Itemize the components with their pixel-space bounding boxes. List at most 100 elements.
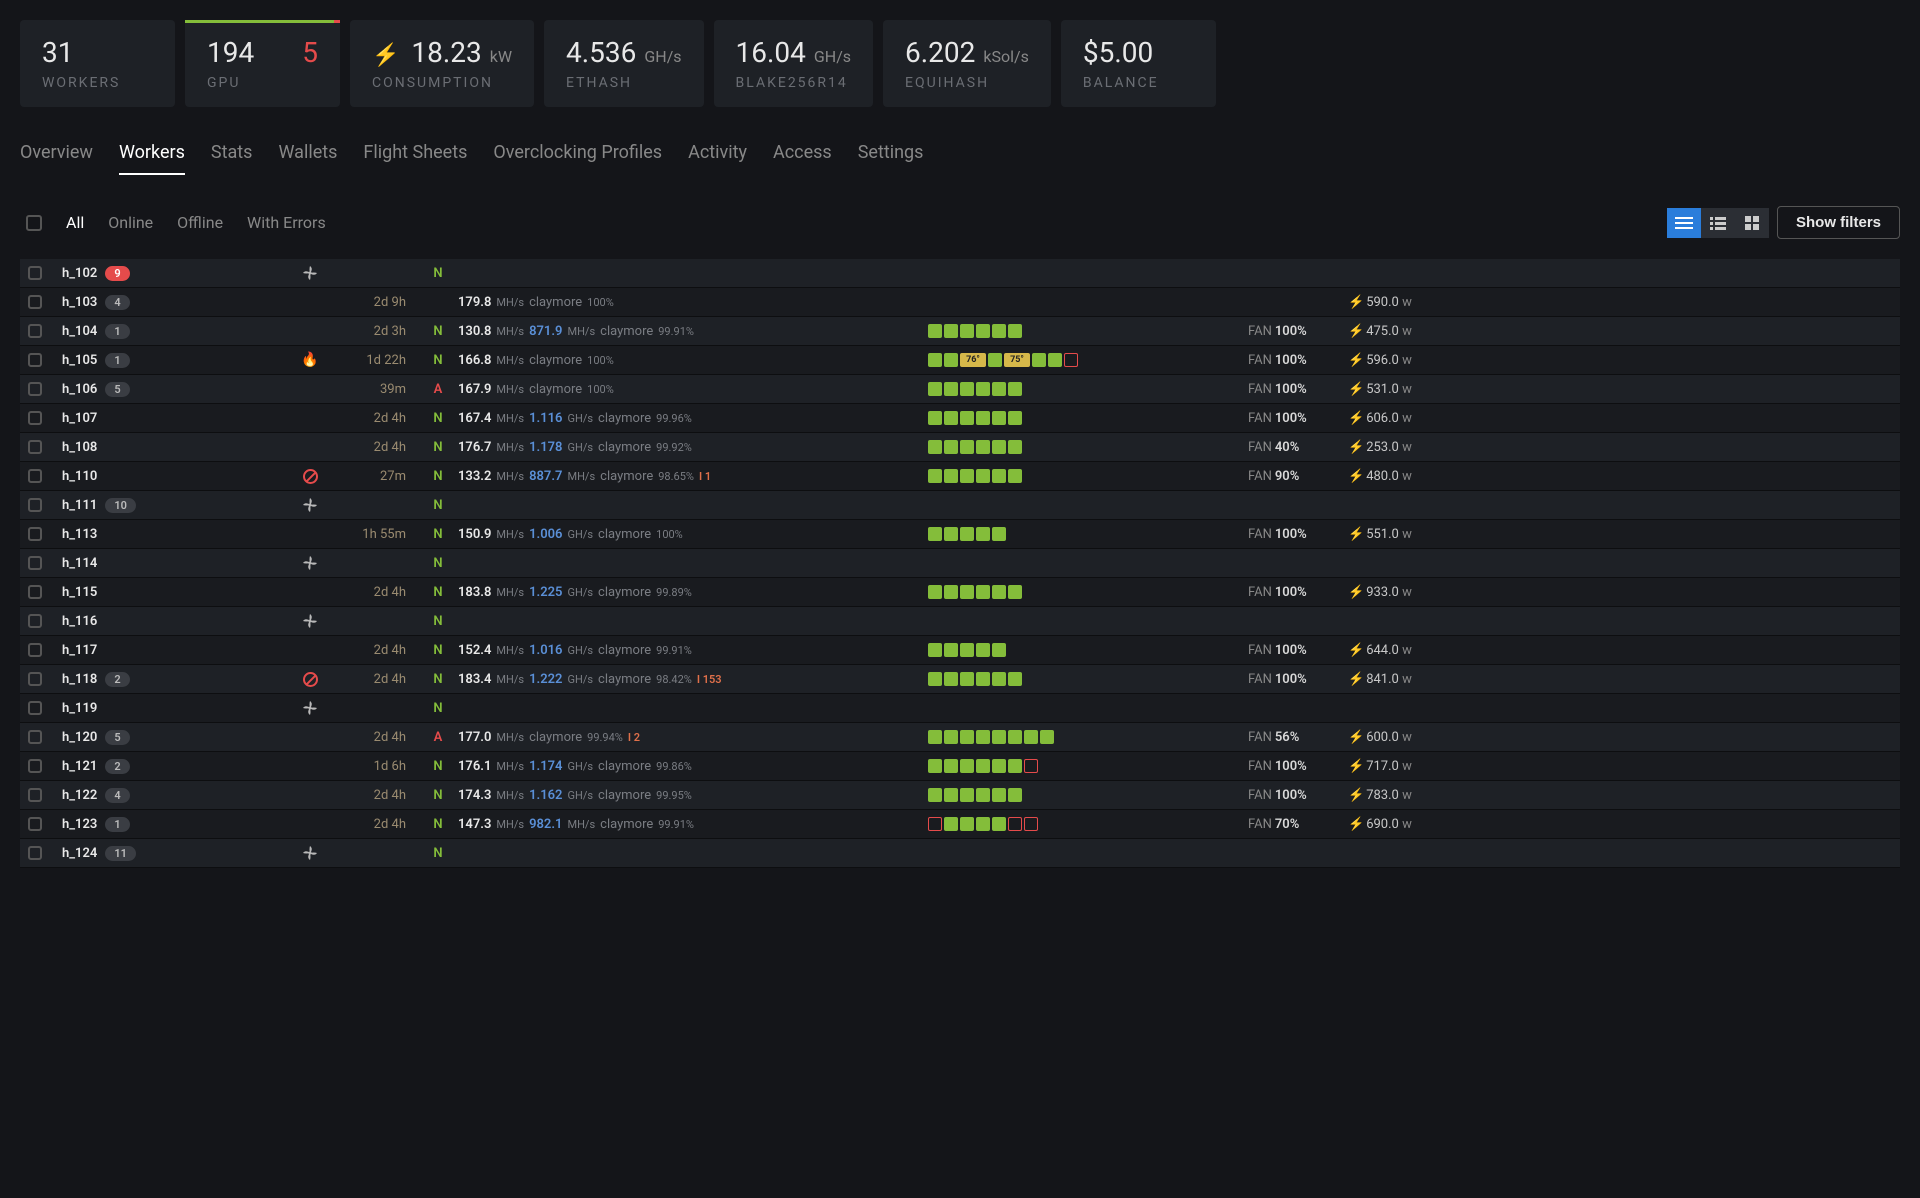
- stat-workers[interactable]: 31 WORKERS: [20, 20, 175, 107]
- tab-settings[interactable]: Settings: [858, 132, 924, 175]
- filter-online[interactable]: Online: [108, 213, 153, 232]
- stat-equihash-unit: kSol/s: [983, 47, 1028, 66]
- worker-row[interactable]: h_12312d 4hN147.3MH/s982.1MH/sclaymore99…: [20, 810, 1900, 839]
- gpu-block: [976, 672, 990, 686]
- row-checkbox[interactable]: [28, 469, 42, 483]
- stat-gpu-alert: 5: [302, 36, 318, 69]
- tab-activity[interactable]: Activity: [688, 132, 747, 175]
- worker-row[interactable]: h_1131h 55mN150.9MH/s1.006GH/sclaymore10…: [20, 520, 1900, 549]
- tab-flight-sheets[interactable]: Flight Sheets: [363, 132, 467, 175]
- view-compact-icon[interactable]: [1701, 208, 1735, 238]
- stat-balance[interactable]: $5.00 BALANCE: [1061, 20, 1216, 107]
- worker-row[interactable]: h_12242d 4hN174.3MH/s1.162GH/sclaymore99…: [20, 781, 1900, 810]
- gpu-status-bar: [928, 440, 1248, 454]
- row-checkbox[interactable]: [28, 788, 42, 802]
- gpu-block: [976, 643, 990, 657]
- gpu-block: [928, 469, 942, 483]
- row-checkbox[interactable]: [28, 382, 42, 396]
- stat-consumption[interactable]: ⚡18.23kW CONSUMPTION: [350, 20, 534, 107]
- worker-row[interactable]: h_114N: [20, 549, 1900, 578]
- worker-row[interactable]: h_1072d 4hN167.4MH/s1.116GH/sclaymore99.…: [20, 404, 1900, 433]
- status-flag: N: [418, 672, 458, 687]
- worker-row[interactable]: h_11027mN133.2MH/s887.7MH/sclaymore98.65…: [20, 462, 1900, 491]
- status-flag: N: [418, 527, 458, 542]
- worker-badge: 10: [105, 498, 136, 513]
- view-list-icon[interactable]: [1667, 208, 1701, 238]
- power-draw: ⚡644.0 w: [1348, 643, 1408, 658]
- stat-ethash[interactable]: 4.536GH/s ETHASH: [544, 20, 704, 107]
- worker-row[interactable]: h_116N: [20, 607, 1900, 636]
- worker-row[interactable]: h_1051🔥1d 22hN166.8MH/sclaymore100%76°75…: [20, 346, 1900, 375]
- row-checkbox[interactable]: [28, 817, 42, 831]
- row-checkbox[interactable]: [28, 266, 42, 280]
- gpu-block: [1008, 730, 1022, 744]
- gpu-block: [944, 527, 958, 541]
- row-checkbox[interactable]: [28, 353, 42, 367]
- worker-row[interactable]: h_106539mA167.9MH/sclaymore100%FAN100%⚡5…: [20, 375, 1900, 404]
- gpu-block: 76°: [960, 353, 986, 367]
- view-grid-icon[interactable]: [1735, 208, 1769, 238]
- filter-offline[interactable]: Offline: [177, 213, 223, 232]
- power-draw: ⚡717.0 w: [1348, 759, 1408, 774]
- row-checkbox[interactable]: [28, 440, 42, 454]
- stat-gpu-value: 194: [207, 36, 254, 69]
- gpu-block: [992, 759, 1006, 773]
- tab-workers[interactable]: Workers: [119, 132, 185, 175]
- uptime: 2d 4h: [338, 817, 418, 832]
- tab-overclocking-profiles[interactable]: Overclocking Profiles: [493, 132, 662, 175]
- worker-row[interactable]: h_10342d 9h179.8MH/sclaymore100%⚡590.0 w: [20, 288, 1900, 317]
- row-checkbox[interactable]: [28, 730, 42, 744]
- power-draw: ⚡475.0 w: [1348, 324, 1408, 339]
- select-all-checkbox[interactable]: [26, 215, 42, 231]
- worker-row[interactable]: h_12411N: [20, 839, 1900, 868]
- stat-blake[interactable]: 16.04GH/s BLAKE256R14: [714, 20, 874, 107]
- row-checkbox[interactable]: [28, 411, 42, 425]
- stat-gpu[interactable]: 1945 GPU: [185, 20, 340, 107]
- stats-row: 31 WORKERS 1945 GPU ⚡18.23kW CONSUMPTION…: [20, 20, 1900, 107]
- worker-row[interactable]: h_11822d 4hN183.4MH/s1.222GH/sclaymore98…: [20, 665, 1900, 694]
- tab-access[interactable]: Access: [773, 132, 832, 175]
- tab-stats[interactable]: Stats: [211, 132, 253, 175]
- row-checkbox[interactable]: [28, 672, 42, 686]
- row-checkbox[interactable]: [28, 614, 42, 628]
- row-checkbox[interactable]: [28, 759, 42, 773]
- row-checkbox[interactable]: [28, 701, 42, 715]
- worker-row[interactable]: h_119N: [20, 694, 1900, 723]
- hashrate: 176.7MH/s1.178GH/sclaymore99.92%: [458, 440, 928, 455]
- row-checkbox[interactable]: [28, 556, 42, 570]
- worker-row[interactable]: h_10412d 3hN130.8MH/s871.9MH/sclaymore99…: [20, 317, 1900, 346]
- filter-with-errors[interactable]: With Errors: [247, 213, 326, 232]
- stat-consumption-unit: kW: [490, 47, 512, 66]
- gpu-block: [960, 469, 974, 483]
- row-checkbox[interactable]: [28, 846, 42, 860]
- gpu-block: [960, 585, 974, 599]
- worker-row[interactable]: h_1082d 4hN176.7MH/s1.178GH/sclaymore99.…: [20, 433, 1900, 462]
- row-checkbox[interactable]: [28, 324, 42, 338]
- show-filters-button[interactable]: Show filters: [1777, 206, 1900, 239]
- row-checkbox[interactable]: [28, 643, 42, 657]
- row-checkbox[interactable]: [28, 498, 42, 512]
- gpu-block: [944, 411, 958, 425]
- fan-speed: FAN90%: [1248, 469, 1348, 484]
- worker-row[interactable]: h_12121d 6hN176.1MH/s1.174GH/sclaymore99…: [20, 752, 1900, 781]
- worker-row[interactable]: h_1152d 4hN183.8MH/s1.225GH/sclaymore99.…: [20, 578, 1900, 607]
- gpu-block: [1008, 469, 1022, 483]
- tab-overview[interactable]: Overview: [20, 132, 93, 175]
- row-checkbox[interactable]: [28, 527, 42, 541]
- worker-row[interactable]: h_1029N: [20, 259, 1900, 288]
- worker-row[interactable]: h_1172d 4hN152.4MH/s1.016GH/sclaymore99.…: [20, 636, 1900, 665]
- row-checkbox[interactable]: [28, 295, 42, 309]
- stat-equihash[interactable]: 6.202kSol/s EQUIHASH: [883, 20, 1051, 107]
- worker-row[interactable]: h_11110N: [20, 491, 1900, 520]
- status-flag: N: [418, 643, 458, 658]
- row-checkbox[interactable]: [28, 585, 42, 599]
- gpu-block: [944, 817, 958, 831]
- fan-speed: FAN100%: [1248, 353, 1348, 368]
- power-draw: ⚡480.0 w: [1348, 469, 1408, 484]
- tab-wallets[interactable]: Wallets: [278, 132, 337, 175]
- gpu-block: [976, 585, 990, 599]
- filter-all[interactable]: All: [66, 213, 84, 232]
- gpu-status-bar: [928, 585, 1248, 599]
- fan-speed: FAN56%: [1248, 730, 1348, 745]
- worker-row[interactable]: h_12052d 4hA177.0MH/sclaymore99.94%I 2FA…: [20, 723, 1900, 752]
